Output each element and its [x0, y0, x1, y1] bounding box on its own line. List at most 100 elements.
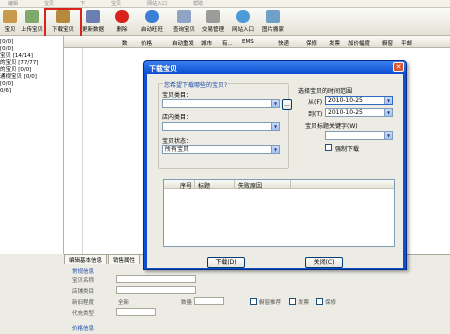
menu-item[interactable]: 网站入口: [147, 0, 167, 7]
column-header[interactable]: 价格: [141, 39, 152, 47]
download-confirm-button[interactable]: 下载(D): [207, 257, 245, 268]
search-items-button[interactable]: 查询宝贝: [171, 10, 197, 34]
field-label: 代充类型: [72, 311, 95, 317]
toolbar-label: 网站入口: [231, 27, 254, 33]
tab-sales-attributes[interactable]: 销售属性: [108, 254, 141, 264]
to-label: 到(T): [308, 111, 323, 118]
grid-header: 数 价格 自动重发 城市 有... EMS 快递 保修 发票 加价幅度 橱窗 平…: [64, 36, 450, 48]
column-header[interactable]: 序号: [180, 181, 192, 190]
column-header[interactable]: 标题: [198, 181, 210, 190]
dialog-body: 您希望下载哪些的宝贝? 宝贝类目： ▼ ... 店内类目： ▼ 宝贝状态： 所有…: [147, 74, 403, 268]
warranty-checkbox[interactable]: [316, 298, 323, 305]
showcase-checkbox[interactable]: [250, 298, 257, 305]
section-title: 常规信息: [72, 269, 95, 275]
status-select[interactable]: 所有宝贝 ▼: [162, 145, 280, 154]
browse-button[interactable]: ...: [282, 99, 292, 110]
column-header[interactable]: 失败原因: [238, 181, 262, 190]
toolbar-label: 交易管理: [201, 27, 224, 33]
menu-item[interactable]: 帮助: [193, 0, 203, 7]
chevron-down-icon: ▼: [384, 132, 392, 139]
toolbar-label: 查询宝贝: [172, 27, 195, 33]
column-header[interactable]: 保修: [306, 39, 317, 47]
column-header[interactable]: 自动重发: [172, 39, 194, 47]
tree-item[interactable]: [0/0]: [0, 46, 63, 53]
field-label: 数量: [181, 300, 193, 306]
image-move-button[interactable]: 图片搬家: [260, 10, 286, 34]
result-table[interactable]: 序号 标题 失败原因: [163, 179, 395, 247]
grid-divider: [82, 48, 83, 254]
delete-button[interactable]: 删除: [112, 10, 132, 34]
column-header[interactable]: 加价幅度: [348, 39, 370, 47]
menu-item[interactable]: 编辑: [8, 0, 18, 7]
wangwang-button[interactable]: 启动旺旺: [139, 10, 165, 34]
chevron-down-icon: ▼: [384, 109, 392, 116]
from-date-picker[interactable]: 2010-10-25 ▼: [325, 96, 393, 105]
result-table-header: 序号 标题 失败原因: [164, 180, 394, 190]
trade-manage-button[interactable]: 交易管理: [200, 10, 226, 34]
force-download-checkbox[interactable]: [325, 144, 332, 151]
column-header[interactable]: 有...: [222, 39, 233, 47]
group-legend: 您希望下载哪些的宝贝?: [163, 80, 229, 89]
wangwang-icon: [145, 10, 159, 23]
keyword-input[interactable]: ▼: [325, 131, 393, 140]
quantity-input[interactable]: [194, 297, 224, 305]
to-date-picker[interactable]: 2010-10-25 ▼: [325, 108, 393, 117]
chevron-down-icon: ▼: [271, 100, 279, 107]
tree-item[interactable]: [0/0]: [0, 81, 63, 88]
dialog-title: 下载宝贝: [149, 65, 177, 73]
category-select[interactable]: ▼: [162, 99, 280, 108]
shop-category-select[interactable]: ▼: [162, 122, 280, 131]
download-dialog: 下载宝贝 ✕ 您希望下载哪些的宝贝? 宝贝类目： ▼ ... 店内类目： ▼ 宝…: [143, 60, 407, 270]
condition-value[interactable]: 全新: [118, 298, 129, 306]
chevron-down-icon: ▼: [384, 97, 392, 104]
column-header[interactable]: 发票: [329, 39, 340, 47]
edit-tabs: 编辑基本信息 销售属性: [64, 254, 141, 264]
tree-item[interactable]: 0/6]: [0, 88, 63, 95]
tree-item[interactable]: 的宝贝 [0/0]: [0, 67, 63, 74]
menu-item[interactable]: 宝贝: [44, 0, 54, 7]
image-icon: [266, 10, 280, 23]
column-header[interactable]: 快递: [278, 39, 289, 47]
menu-bar: 编辑 宝贝 下 宝贝 网站入口 帮助: [0, 0, 450, 8]
toolbar-label: 删除: [116, 27, 128, 33]
dialog-title-bar[interactable]: 下载宝贝: [144, 61, 406, 74]
toolbar-button-items[interactable]: 宝贝: [1, 10, 19, 34]
checkbox-label: 橱窗推荐: [259, 300, 282, 306]
toolbar-label: 更新数据: [81, 27, 104, 33]
shop-category-input[interactable]: [116, 286, 196, 294]
tab-basic-info[interactable]: 编辑基本信息: [64, 254, 108, 264]
checkbox-label: 发票: [298, 300, 310, 306]
tree-item[interactable]: 的宝贝 [77/77]: [0, 60, 63, 67]
from-label: 从(F): [308, 99, 323, 106]
update-data-button[interactable]: 更新数据: [80, 10, 106, 34]
tree-item[interactable]: 宝贝 [14/14]: [0, 53, 63, 60]
box-icon: [3, 10, 17, 23]
column-header[interactable]: 橱窗: [382, 39, 393, 47]
shop-category-label: 店内类目：: [162, 114, 193, 121]
recharge-type-select[interactable]: [116, 308, 156, 316]
invoice-checkbox[interactable]: [289, 298, 296, 305]
close-icon[interactable]: ✕: [393, 62, 404, 72]
column-header[interactable]: 城市: [201, 39, 212, 47]
column-header[interactable]: EMS: [242, 39, 254, 45]
tree-item[interactable]: 通视宝贝 [0/0]: [0, 74, 63, 81]
menu-item[interactable]: 宝贝: [111, 0, 121, 7]
chevron-down-icon: ▼: [271, 146, 279, 153]
keyword-label: 宝贝标题关键字(W): [305, 123, 358, 130]
close-dialog-button[interactable]: 关闭(C): [305, 257, 343, 268]
search-icon: [177, 10, 191, 23]
field-label: 店铺类目: [72, 289, 95, 295]
field-label: 新旧程度: [72, 300, 95, 306]
upload-button[interactable]: 上传宝贝: [19, 10, 45, 34]
field-label: 宝贝名称: [72, 278, 95, 284]
site-entry-button[interactable]: 网站入口: [230, 10, 256, 34]
column-header[interactable]: 数: [122, 39, 128, 47]
chart-icon: [86, 10, 100, 23]
tree-item[interactable]: [0/0]: [0, 39, 63, 46]
menu-item[interactable]: 下: [80, 0, 85, 7]
status-label: 宝贝状态：: [162, 138, 193, 145]
checkbox-label: 保修: [325, 300, 337, 306]
column-header[interactable]: 平邮: [401, 39, 412, 47]
title-input[interactable]: [116, 275, 196, 283]
globe-icon: [236, 10, 250, 23]
